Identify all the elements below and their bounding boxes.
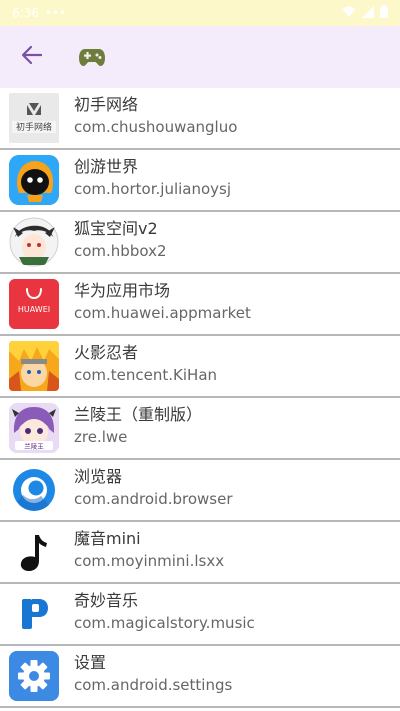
music-note-icon bbox=[9, 527, 59, 577]
app-name: 创游世界 bbox=[74, 157, 139, 176]
qimiao-music-icon bbox=[9, 589, 59, 639]
chushou-logo-icon: 初手网络 bbox=[9, 93, 59, 143]
status-time: 6:36 bbox=[12, 6, 39, 20]
app-package: com.hbbox2 bbox=[74, 242, 167, 260]
lanlingwang-icon: 兰陵王 bbox=[9, 403, 59, 453]
app-text: 设置 com.android.settings bbox=[74, 652, 392, 696]
signal-icon bbox=[362, 5, 374, 21]
app-package: com.magicalstory.music bbox=[74, 614, 255, 632]
app-name: 浏览器 bbox=[74, 467, 123, 486]
app-name: 火影忍者 bbox=[74, 343, 139, 362]
back-button[interactable] bbox=[10, 35, 54, 79]
wifi-icon bbox=[342, 6, 356, 21]
arrow-left-icon bbox=[21, 45, 43, 69]
app-row-qimiao-music[interactable]: 奇妙音乐 com.magicalstory.music bbox=[0, 584, 400, 646]
app-bar bbox=[0, 26, 400, 88]
app-name: 设置 bbox=[74, 653, 107, 672]
app-row-chuangyoushijie[interactable]: 创游世界 com.hortor.julianoysj bbox=[0, 150, 400, 212]
app-row-huoyingrenzhe[interactable]: 火影忍者 com.tencent.KiHan bbox=[0, 336, 400, 398]
app-row-chushouwangluo[interactable]: 初手网络 初手网络 com.chushouwangluo bbox=[0, 88, 400, 150]
svg-text:初手网络: 初手网络 bbox=[16, 121, 52, 133]
app-package: com.moyinmini.lsxx bbox=[74, 552, 225, 570]
naruto-icon bbox=[9, 341, 59, 391]
app-package: com.android.settings bbox=[74, 676, 233, 694]
app-package: com.chushouwangluo bbox=[74, 118, 238, 136]
app-text: 华为应用市场 com.huawei.appmarket bbox=[74, 280, 392, 324]
app-list: 初手网络 初手网络 com.chushouwangluo 创游世界 com.ho… bbox=[0, 88, 400, 711]
settings-gear-icon bbox=[9, 651, 59, 701]
app-package: com.hortor.julianoysj bbox=[74, 180, 232, 198]
app-name: 兰陵王（重制版） bbox=[74, 405, 203, 424]
app-row-huawei-appmarket[interactable]: HUAWEI 华为应用市场 com.huawei.appmarket bbox=[0, 274, 400, 336]
app-text: 奇妙音乐 com.magicalstory.music bbox=[74, 590, 392, 634]
app-name: 初手网络 bbox=[74, 95, 139, 114]
app-name: 奇妙音乐 bbox=[74, 591, 139, 610]
huawei-appgallery-icon: HUAWEI bbox=[9, 279, 59, 329]
app-package: com.tencent.KiHan bbox=[74, 366, 218, 384]
svg-text:兰陵王: 兰陵王 bbox=[24, 442, 44, 451]
app-row-browser[interactable]: 浏览器 com.android.browser bbox=[0, 460, 400, 522]
app-text: 兰陵王（重制版） zre.lwe bbox=[74, 404, 392, 448]
app-text: 狐宝空间v2 com.hbbox2 bbox=[74, 218, 392, 262]
app-package: com.android.browser bbox=[74, 490, 233, 508]
app-name: 魔音mini bbox=[74, 529, 141, 548]
app-name: 狐宝空间v2 bbox=[74, 219, 158, 238]
chuangyou-character-icon bbox=[9, 155, 59, 205]
gamepad-icon bbox=[76, 41, 108, 73]
app-text: 浏览器 com.android.browser bbox=[74, 466, 392, 510]
app-text: 火影忍者 com.tencent.KiHan bbox=[74, 342, 392, 386]
browser-icon bbox=[9, 465, 59, 515]
app-text: 初手网络 com.chushouwangluo bbox=[74, 94, 392, 138]
app-row-lanlingwang[interactable]: 兰陵王 兰陵王（重制版） zre.lwe bbox=[0, 398, 400, 460]
status-bar: 6:36 ••• bbox=[0, 0, 400, 26]
app-package: zre.lwe bbox=[74, 428, 128, 446]
battery-icon bbox=[380, 5, 388, 21]
status-right bbox=[342, 5, 388, 21]
app-name: 华为应用市场 bbox=[74, 281, 171, 300]
anime-avatar-icon bbox=[9, 217, 59, 267]
app-text: 魔音mini com.moyinmini.lsxx bbox=[74, 528, 392, 572]
status-left: 6:36 ••• bbox=[12, 6, 66, 20]
svg-text:HUAWEI: HUAWEI bbox=[18, 305, 50, 314]
app-row-hbbox2[interactable]: 狐宝空间v2 com.hbbox2 bbox=[0, 212, 400, 274]
app-text: 创游世界 com.hortor.julianoysj bbox=[74, 156, 392, 200]
app-row-moyinmini[interactable]: 魔音mini com.moyinmini.lsxx bbox=[0, 522, 400, 584]
status-notification-dots: ••• bbox=[44, 6, 67, 20]
app-package: com.huawei.appmarket bbox=[74, 304, 251, 322]
app-row-settings[interactable]: 设置 com.android.settings bbox=[0, 646, 400, 708]
